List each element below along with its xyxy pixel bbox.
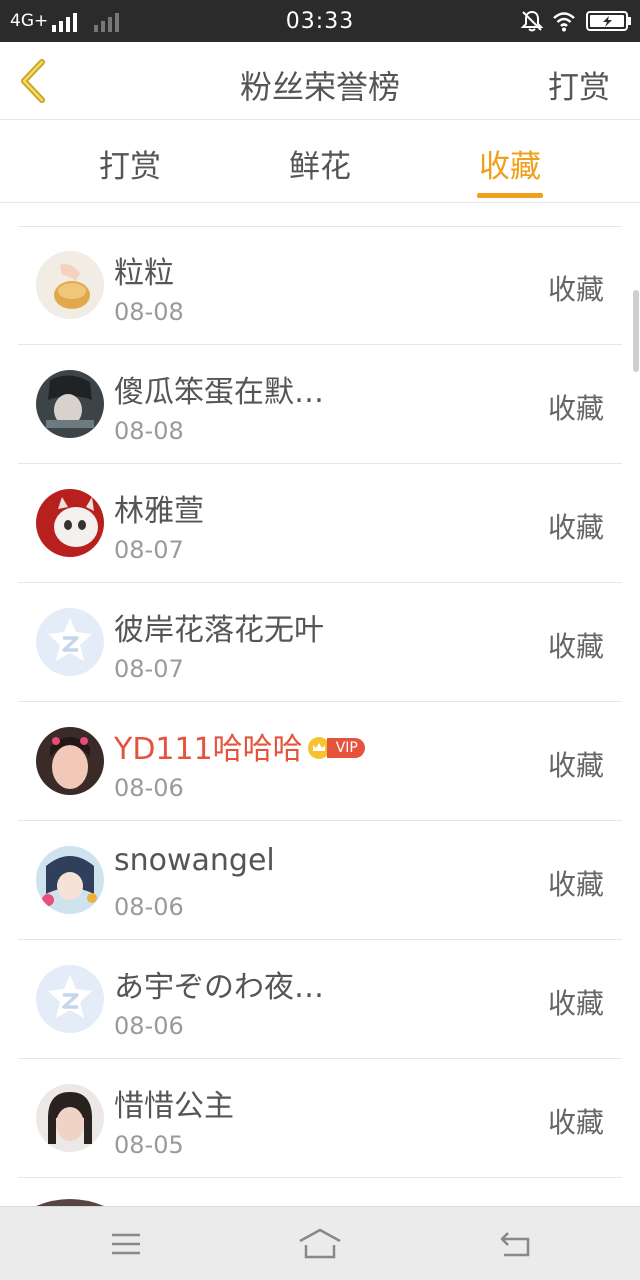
avatar [36,846,104,914]
tab-bar: 打赏 鲜花 收藏 [0,121,640,203]
fan-date: 08-07 [114,655,184,683]
list-item-partial [18,1176,622,1206]
action-label: 收藏 [547,868,604,901]
action-label: 收藏 [547,273,604,306]
fan-name: 林雅萱 [114,494,204,529]
fan-name: 傻瓜笨蛋在默… [114,375,324,410]
default-avatar-icon [36,965,104,1033]
action-label: 收藏 [547,749,604,782]
mute-icon [520,10,544,32]
fan-name: 彼岸花落花无叶 [114,613,324,648]
reward-button[interactable]: 打赏 [548,62,610,107]
avatar [36,1084,104,1152]
list-item[interactable]: あ宇ぞのわ夜… 08-06 收藏 [18,940,622,1059]
fan-date: 08-05 [114,1131,184,1159]
fan-date: 08-07 [114,536,184,564]
scrollbar[interactable] [633,290,639,372]
vip-badge: VIP [326,737,365,758]
avatar [36,370,104,438]
default-avatar-icon [36,608,104,676]
wifi-icon [553,12,575,32]
fan-name: snowangel [114,843,275,878]
list-item[interactable]: YD111哈哈哈 VIP 08-06 收藏 [18,702,622,821]
avatar [36,251,104,319]
fan-date: 08-06 [114,893,184,921]
fan-date: 08-08 [114,298,184,326]
tab-reward[interactable]: 打赏 [70,141,190,186]
action-label: 收藏 [547,392,604,425]
tab-favorites[interactable]: 收藏 [450,141,570,186]
action-label: 收藏 [547,630,604,663]
list-item[interactable]: 傻瓜笨蛋在默… 08-08 收藏 [18,345,622,464]
fan-name: あ宇ぞのわ夜… [114,970,324,1005]
action-label: 收藏 [547,987,604,1020]
home-icon[interactable] [298,1227,342,1261]
avatar [36,727,104,795]
list-item[interactable]: 惜惜公主 08-05 收藏 [18,1059,622,1178]
back-icon[interactable] [494,1227,538,1261]
avatar [36,1199,104,1206]
clock: 03:33 [285,9,355,34]
list-item[interactable]: snowangel 08-06 收藏 [18,821,622,940]
active-tab-indicator [477,193,543,198]
action-label: 收藏 [547,1106,604,1139]
list-item[interactable]: 粒粒 08-08 收藏 [18,226,622,345]
fan-date: 08-08 [114,417,184,445]
action-label: 收藏 [547,511,604,544]
menu-icon[interactable] [104,1227,148,1261]
fan-list: 粒粒 08-08 收藏 傻瓜笨蛋在默… 08-08 收藏 林雅萱 08-07 收… [18,226,622,1178]
avatar [36,489,104,557]
list-item[interactable]: 林雅萱 08-07 收藏 [18,464,622,583]
fan-date: 08-06 [114,1012,184,1040]
fan-name: YD111哈哈哈 VIP [114,724,365,768]
list-item[interactable]: 彼岸花落花无叶 08-07 收藏 [18,583,622,702]
fan-date: 08-06 [114,774,184,802]
tab-flowers[interactable]: 鲜花 [260,141,380,186]
fan-name: 粒粒 [114,256,174,291]
fan-name-text: YD111哈哈哈 [114,732,303,767]
header-bar: 粉丝荣誉榜 打赏 [0,42,640,120]
status-bar: 4G+ 03:33 [0,0,640,42]
fan-name: 惜惜公主 [114,1089,234,1124]
page-title: 粉丝荣誉榜 [239,68,400,106]
system-nav-bar [0,1206,640,1280]
battery-charging-icon [586,11,631,31]
